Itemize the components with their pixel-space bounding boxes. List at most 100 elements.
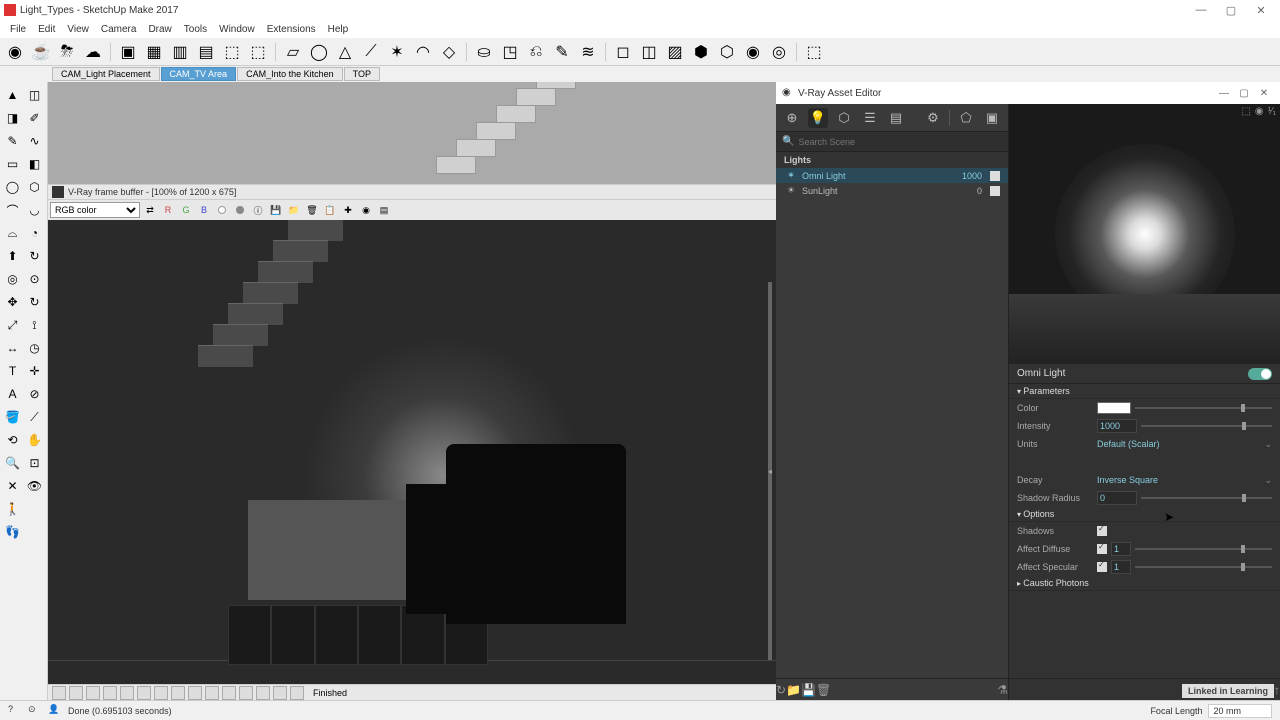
offset-tool-icon[interactable]: ◎ bbox=[2, 268, 23, 290]
arc-tool-icon[interactable]: ⌒ bbox=[2, 199, 23, 221]
mono-gray-icon[interactable] bbox=[232, 202, 248, 218]
user-icon[interactable]: 👤 bbox=[48, 704, 62, 718]
vfb-s9-icon[interactable] bbox=[188, 686, 202, 700]
light-ies-icon[interactable]: ⟋ bbox=[360, 41, 382, 63]
axes-tool-icon[interactable]: ✛ bbox=[24, 360, 45, 382]
parameters-section[interactable]: Parameters bbox=[1009, 384, 1280, 399]
3dtext-tool-icon[interactable]: A bbox=[2, 383, 23, 405]
vray-frame2-icon[interactable]: ▤ bbox=[195, 41, 217, 63]
followme-tool-icon[interactable]: ↻ bbox=[24, 245, 45, 267]
vfb-s8-icon[interactable] bbox=[171, 686, 185, 700]
menu-view[interactable]: View bbox=[61, 24, 95, 35]
util-4-icon[interactable]: ⬢ bbox=[690, 41, 712, 63]
vfb-s1-icon[interactable] bbox=[52, 686, 66, 700]
vfb-s10-icon[interactable] bbox=[205, 686, 219, 700]
clear-render-icon[interactable]: 🗑 bbox=[304, 202, 320, 218]
refresh-icon[interactable]: ↻ bbox=[776, 683, 786, 697]
vfb-s11-icon[interactable] bbox=[222, 686, 236, 700]
pan-tool-icon[interactable]: ✋ bbox=[24, 429, 45, 451]
load-render-icon[interactable]: 📁 bbox=[286, 202, 302, 218]
menu-edit[interactable]: Edit bbox=[32, 24, 61, 35]
sun-enable-toggle[interactable] bbox=[990, 186, 1000, 196]
up-prop-icon[interactable]: ↑ bbox=[1274, 683, 1280, 697]
open-icon[interactable]: 📁 bbox=[786, 683, 801, 697]
caustic-section[interactable]: Caustic Photons bbox=[1009, 576, 1280, 591]
copy-render-icon[interactable]: 📋 bbox=[322, 202, 338, 218]
omni-enable-toggle[interactable] bbox=[990, 171, 1000, 181]
decay-dropdown[interactable]: Inverse Square bbox=[1097, 475, 1272, 486]
vray-frame-icon[interactable]: ▣ bbox=[117, 41, 139, 63]
rotrect-tool-icon[interactable]: ◧ bbox=[24, 153, 45, 175]
scene-tab-tv-area[interactable]: CAM_TV Area bbox=[161, 67, 237, 81]
object-clipper-icon[interactable]: ✎ bbox=[551, 41, 573, 63]
menu-tools[interactable]: Tools bbox=[178, 24, 213, 35]
light-dome-icon[interactable]: ◠ bbox=[412, 41, 434, 63]
affect-diffuse-input[interactable] bbox=[1111, 542, 1131, 556]
object-proxy-icon[interactable]: ◳ bbox=[499, 41, 521, 63]
util-5-icon[interactable]: ⬡ bbox=[716, 41, 738, 63]
section-tool-icon[interactable]: ⊘ bbox=[24, 383, 45, 405]
pie-tool-icon[interactable]: ◔ bbox=[24, 222, 45, 244]
rect-tool-icon[interactable]: ▭ bbox=[2, 153, 23, 175]
undock-preview-icon[interactable]: ⬚ bbox=[1241, 106, 1250, 117]
util-2-icon[interactable]: ◫ bbox=[638, 41, 660, 63]
select-tool-icon[interactable]: ▲ bbox=[2, 84, 23, 106]
red-channel-button[interactable]: R bbox=[160, 202, 176, 218]
util-3-icon[interactable]: ▨ bbox=[664, 41, 686, 63]
dimension-tool-icon[interactable]: ↔ bbox=[2, 337, 23, 359]
position-tool-icon[interactable]: ✕ bbox=[2, 475, 23, 497]
vfb-s14-icon[interactable] bbox=[273, 686, 287, 700]
track-mouse-icon[interactable]: ◉ bbox=[358, 202, 374, 218]
light-preview[interactable]: ⬚ ◉ ¹⁄₁ bbox=[1009, 104, 1280, 364]
util-8-icon[interactable]: ⬚ bbox=[803, 41, 825, 63]
affect-specular-slider[interactable] bbox=[1135, 566, 1272, 568]
vfb-s4-icon[interactable] bbox=[103, 686, 117, 700]
asset-search[interactable]: 🔍 bbox=[776, 132, 1008, 152]
lights-tab-icon[interactable]: 💡 bbox=[808, 108, 828, 128]
render-button-icon[interactable]: ⬠ bbox=[956, 108, 976, 128]
vfb-titlebar[interactable]: V-Ray frame buffer - [100% of 1200 x 675… bbox=[48, 184, 776, 200]
zoomext-tool-icon[interactable]: ⊡ bbox=[24, 452, 45, 474]
walk3-tool-icon[interactable] bbox=[24, 521, 45, 543]
vfb-s5-icon[interactable] bbox=[120, 686, 134, 700]
mono-info-icon[interactable]: ⓘ bbox=[250, 202, 266, 218]
prev-tool-icon[interactable] bbox=[24, 498, 45, 520]
vray-lock-icon[interactable]: ⬚ bbox=[221, 41, 243, 63]
shadow-radius-input[interactable] bbox=[1097, 491, 1137, 505]
look-tool-icon[interactable]: 👁 bbox=[24, 475, 45, 497]
line-tool-icon[interactable]: ✐ bbox=[24, 107, 45, 129]
vray-render-icon[interactable]: ◉ bbox=[4, 41, 26, 63]
paint-tool-icon[interactable]: 🪣 bbox=[2, 406, 23, 428]
vray-viewport-icon[interactable]: ⛈ bbox=[56, 41, 78, 63]
vray-asset-icon[interactable]: ▥ bbox=[169, 41, 191, 63]
util-1-icon[interactable]: ◻ bbox=[612, 41, 634, 63]
arc3-tool-icon[interactable]: ⌓ bbox=[2, 222, 23, 244]
splitter-handle[interactable] bbox=[768, 282, 772, 660]
minimize-button[interactable]: — bbox=[1186, 4, 1216, 16]
maximize-button[interactable]: ▢ bbox=[1216, 4, 1246, 17]
sketchup-viewport[interactable] bbox=[48, 82, 776, 184]
util-6-icon[interactable]: ◉ bbox=[742, 41, 764, 63]
rotate-tool-icon[interactable]: ↻ bbox=[24, 291, 45, 313]
tape-tool-icon[interactable]: ⟟ bbox=[24, 314, 45, 336]
shadows-checkbox[interactable] bbox=[1097, 526, 1107, 536]
polygon-tool-icon[interactable]: ⬡ bbox=[24, 176, 45, 198]
text-tool-icon[interactable]: T bbox=[2, 360, 23, 382]
pencil-tool-icon[interactable]: ✎ bbox=[2, 130, 23, 152]
affect-diffuse-slider[interactable] bbox=[1135, 548, 1272, 550]
green-channel-button[interactable]: G bbox=[178, 202, 194, 218]
color-slider[interactable] bbox=[1135, 407, 1272, 409]
menu-camera[interactable]: Camera bbox=[95, 24, 143, 35]
arc2-tool-icon[interactable]: ◡ bbox=[24, 199, 45, 221]
menu-draw[interactable]: Draw bbox=[142, 24, 177, 35]
ae-close-button[interactable]: ✕ bbox=[1254, 88, 1274, 99]
render-view[interactable] bbox=[48, 220, 776, 684]
camera-tab-icon[interactable]: ▣ bbox=[982, 108, 1002, 128]
scene-tab-kitchen[interactable]: CAM_Into the Kitchen bbox=[237, 67, 343, 81]
object-displacement-icon[interactable]: ≋ bbox=[577, 41, 599, 63]
affect-diffuse-checkbox[interactable] bbox=[1097, 544, 1107, 554]
asset-editor-titlebar[interactable]: ◉ V-Ray Asset Editor — ▢ ✕ bbox=[776, 82, 1280, 104]
object-fur-icon[interactable]: ⎌ bbox=[525, 41, 547, 63]
purge-icon[interactable]: ⚗ bbox=[997, 683, 1008, 697]
vfb-s7-icon[interactable] bbox=[154, 686, 168, 700]
